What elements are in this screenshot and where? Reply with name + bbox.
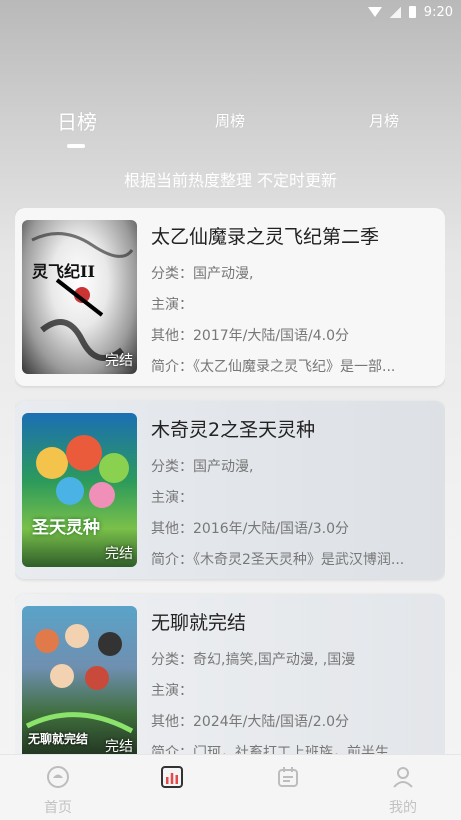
tab-indicator xyxy=(67,144,85,148)
home-icon xyxy=(47,766,69,788)
battery-icon xyxy=(408,6,416,18)
nav-profile-label: 我的 xyxy=(389,800,417,816)
poster-title: 圣天灵种 xyxy=(32,518,100,538)
item-cast: 主演： xyxy=(151,490,193,506)
item-cast: 主演： xyxy=(151,297,193,313)
item-title[interactable]: 太乙仙魔录之灵飞纪第二季 xyxy=(151,222,437,249)
profile-icon xyxy=(393,767,413,788)
item-summary: 简介：《太乙仙魔录之灵飞纪》是一部... xyxy=(151,359,396,375)
nav-profile[interactable]: 我的 xyxy=(373,765,433,816)
wifi-icon xyxy=(367,7,382,17)
poster-image[interactable]: 灵飞纪II 完结 xyxy=(22,220,137,374)
status-badge: 完结 xyxy=(105,546,133,562)
nav-calendar-label xyxy=(258,797,318,815)
nav-ranking[interactable] xyxy=(142,765,202,815)
poster-title: 灵飞纪II xyxy=(32,262,95,281)
item-cast: 主演： xyxy=(151,683,193,699)
item-summary: 简介：门珂，社畜打工上班族，前半生... xyxy=(151,745,403,754)
list-item[interactable]: 灵飞纪II 完结 太乙仙魔录之灵飞纪第二季 分类：国产动漫, 主演： 其他：20… xyxy=(15,208,445,386)
item-other: 其他：2016年/大陆/国语/3.0分 xyxy=(151,521,350,537)
poster-image[interactable]: 无聊就完结 完结 xyxy=(22,606,137,754)
status-badge: 完结 xyxy=(105,739,133,754)
tab-weekly[interactable]: 周榜 xyxy=(215,110,245,131)
nav-home-label: 首页 xyxy=(44,800,72,816)
poster-image[interactable]: 圣天灵种 完结 xyxy=(22,413,137,567)
poster-title: 无聊就完结 xyxy=(28,732,89,746)
list-item[interactable]: 无聊就完结 完结 无聊就完结 分类：奇幻,搞笑,国产动漫, ,国漫 主演： 其他… xyxy=(15,594,445,754)
item-category: 分类：奇幻,搞笑,国产动漫, ,国漫 xyxy=(151,652,356,668)
status-bar: 9:20 xyxy=(0,0,461,24)
item-title[interactable]: 木奇灵2之圣天灵种 xyxy=(151,415,437,442)
ranking-list[interactable]: 灵飞纪II 完结 太乙仙魔录之灵飞纪第二季 分类：国产动漫, 主演： 其他：20… xyxy=(15,208,445,754)
item-other: 其他：2024年/大陆/国语/2.0分 xyxy=(151,714,350,730)
signal-icon xyxy=(389,6,401,18)
item-category: 分类：国产动漫, xyxy=(151,459,254,475)
nav-home[interactable]: 首页 xyxy=(28,765,88,816)
nav-ranking-label xyxy=(142,797,202,815)
calendar-icon xyxy=(278,767,298,787)
ranking-icon xyxy=(161,766,183,788)
bottom-nav: 首页 我的 xyxy=(0,754,461,820)
item-title[interactable]: 无聊就完结 xyxy=(151,608,437,635)
item-summary: 简介：《木奇灵2圣天灵种》是武汉博润... xyxy=(151,552,405,568)
item-category: 分类：国产动漫, xyxy=(151,266,254,282)
list-item[interactable]: 圣天灵种 完结 木奇灵2之圣天灵种 分类：国产动漫, 主演： 其他：2016年/… xyxy=(15,401,445,579)
tab-daily[interactable]: 日榜 xyxy=(57,106,97,135)
item-other: 其他：2017年/大陆/国语/4.0分 xyxy=(151,328,350,344)
status-badge: 完结 xyxy=(105,353,133,369)
ranking-subtitle: 根据当前热度整理 不定时更新 xyxy=(123,171,338,190)
nav-calendar[interactable] xyxy=(258,765,318,815)
status-time: 9:20 xyxy=(423,4,453,20)
tab-monthly[interactable]: 月榜 xyxy=(369,110,399,131)
